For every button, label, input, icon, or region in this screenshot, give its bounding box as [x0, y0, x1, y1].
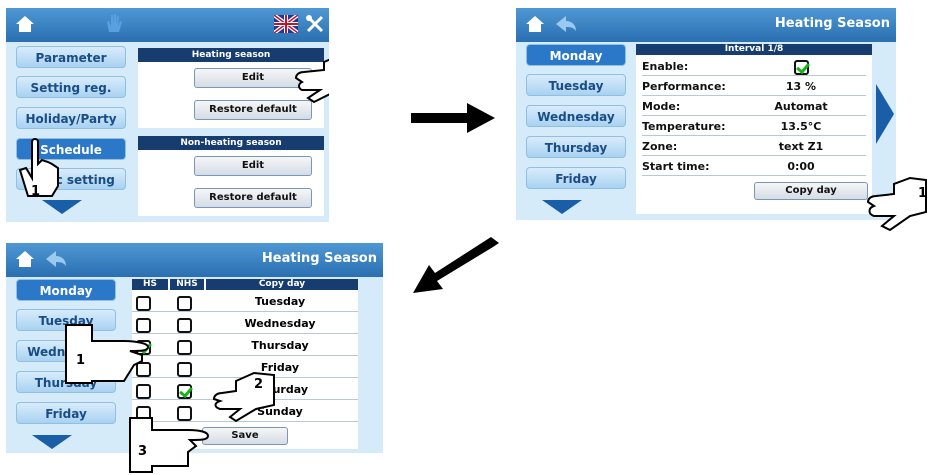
interval-box: Interval 1/8 Enable: Performance: 13 % Mo… — [636, 44, 872, 214]
copy-day-label: Wednesday — [244, 317, 316, 330]
home-icon[interactable] — [14, 13, 36, 35]
column-copy-day: Copy day — [206, 279, 358, 290]
non-heating-season-title: Non-heating season — [138, 136, 324, 150]
day-tuesday[interactable]: Tuesday — [526, 74, 626, 96]
panel-main-menu: Parameter Setting reg. Holiday/Party Sch… — [6, 8, 329, 222]
copy-day-label: Thursday — [251, 339, 309, 352]
hs-checkbox[interactable] — [136, 296, 151, 311]
home-icon[interactable] — [524, 13, 546, 35]
pointing-hand-icon — [866, 176, 927, 232]
sidebar-item-parameter[interactable]: Parameter — [16, 46, 126, 68]
callout-number: 2 — [254, 377, 264, 392]
pointing-hand-icon — [294, 58, 329, 104]
day-wednesday[interactable]: Wednesday — [526, 105, 626, 127]
tools-icon[interactable] — [304, 13, 326, 35]
non-heating-season-box: Non-heating season Edit Restore default — [138, 136, 324, 216]
row-temperature: Temperature: 13.5°C — [642, 117, 866, 136]
back-arrow-icon[interactable] — [554, 15, 578, 33]
temperature-value[interactable]: 13.5°C — [736, 120, 866, 133]
interval-title: Interval 1/8 — [636, 44, 872, 55]
day-friday[interactable]: Friday — [526, 167, 626, 189]
callout-number: 1 — [31, 184, 41, 199]
copy-day-button[interactable]: Copy day — [754, 182, 868, 200]
day-thursday[interactable]: Thursday — [526, 136, 626, 158]
start-time-value[interactable]: 0:00 — [736, 160, 866, 173]
nhs-checkbox[interactable] — [177, 296, 192, 311]
arrow-down-left-icon — [413, 237, 499, 293]
day-monday[interactable]: Monday — [526, 44, 626, 66]
row-mode: Mode: Automat — [642, 97, 866, 116]
field-label: Zone: — [642, 140, 678, 153]
copy-row-thursday: Thursday — [132, 335, 358, 356]
home-icon[interactable] — [14, 248, 36, 270]
enable-checkbox[interactable] — [736, 60, 866, 75]
nhs-checkbox[interactable] — [177, 318, 192, 333]
column-hs: HS — [132, 279, 168, 290]
nhs-checkbox[interactable] — [177, 362, 192, 377]
callout-number: 1 — [76, 353, 86, 368]
checkbox[interactable] — [793, 60, 809, 75]
top-bar: Heating Season — [6, 243, 383, 277]
field-label: Enable: — [642, 60, 689, 73]
next-interval-icon[interactable] — [876, 84, 894, 144]
row-start-time: Start time: 0:00 — [642, 157, 866, 176]
copy-row-tuesday: Tuesday — [132, 291, 358, 312]
copy-day-label: Tuesday — [254, 295, 306, 308]
row-zone: Zone: text Z1 — [642, 137, 866, 156]
scroll-down-icon[interactable] — [32, 435, 72, 449]
top-bar: Heating Season — [516, 8, 896, 42]
pointing-hand-icon — [212, 371, 275, 423]
copy-row-wednesday: Wednesday — [132, 313, 358, 334]
top-bar — [6, 8, 329, 42]
arrow-right-icon — [411, 103, 495, 133]
scroll-down-icon[interactable] — [542, 200, 582, 214]
uk-flag-icon[interactable] — [274, 15, 298, 33]
back-arrow-icon[interactable] — [44, 250, 68, 268]
field-label: Start time: — [642, 160, 710, 173]
callout-number: 3 — [138, 444, 148, 459]
nhs-checkbox[interactable] — [177, 384, 192, 399]
panel-interval-editor: Heating Season Monday Tuesday Wednesday … — [516, 8, 896, 220]
hand-touch-icon — [107, 14, 122, 32]
scroll-down-icon[interactable] — [42, 200, 82, 214]
day-friday[interactable]: Friday — [16, 402, 116, 424]
day-monday[interactable]: Monday — [16, 279, 116, 301]
page-title: Heating Season — [774, 16, 890, 31]
column-nhs: NHS — [170, 279, 204, 290]
page-title: Heating Season — [261, 251, 377, 266]
zone-value[interactable]: text Z1 — [736, 140, 866, 153]
mode-value[interactable]: Automat — [736, 100, 866, 113]
non-heating-edit-button[interactable]: Edit — [194, 156, 312, 176]
performance-value[interactable]: 13 % — [736, 80, 866, 93]
callout-number: 1 — [918, 186, 928, 201]
nhs-checkbox[interactable] — [177, 340, 192, 355]
sidebar-item-holiday-party[interactable]: Holiday/Party — [16, 107, 126, 129]
non-heating-restore-default-button[interactable]: Restore default — [194, 188, 312, 208]
field-label: Mode: — [642, 100, 681, 113]
row-enable: Enable: — [642, 57, 866, 76]
sidebar-item-setting-reg[interactable]: Setting reg. — [16, 76, 126, 98]
hs-checkbox[interactable] — [136, 384, 151, 399]
row-performance: Performance: 13 % — [642, 77, 866, 96]
field-label: Temperature: — [642, 120, 726, 133]
save-button[interactable]: Save — [202, 427, 288, 445]
field-label: Performance: — [642, 80, 726, 93]
